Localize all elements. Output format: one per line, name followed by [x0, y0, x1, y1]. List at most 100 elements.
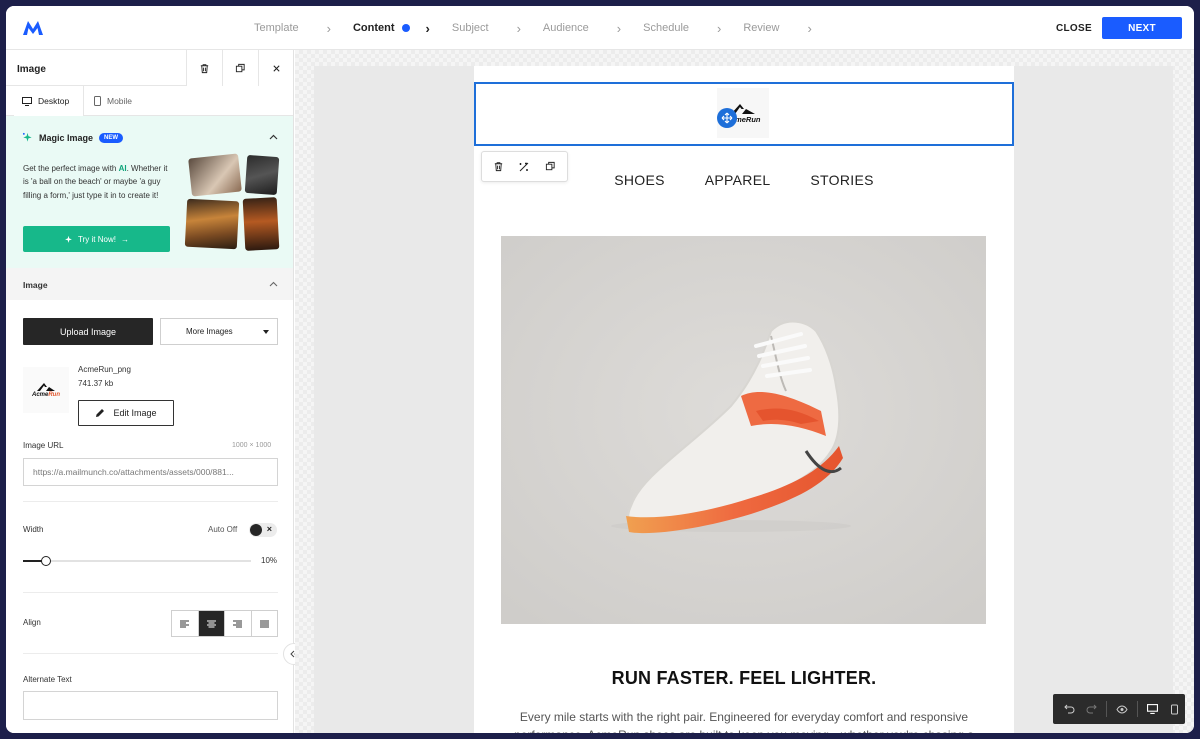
sparkle-icon [65, 235, 72, 243]
chevron-up-icon [269, 281, 278, 287]
arrow-right-icon: → [120, 234, 129, 244]
sample-image [188, 153, 242, 197]
image-url-label: Image URL [23, 441, 64, 450]
preview-button[interactable] [1112, 698, 1132, 720]
step-review[interactable]: Review › [743, 21, 833, 36]
step-schedule[interactable]: Schedule › [643, 21, 743, 36]
hero-image[interactable] [501, 236, 986, 624]
mobile-icon [1171, 704, 1179, 714]
auto-width-toggle[interactable]: × [249, 523, 277, 537]
image-section-header[interactable]: Image [6, 268, 293, 300]
device-tabs: Desktop Mobile [6, 86, 293, 116]
copy-icon [235, 63, 245, 72]
upload-image-button[interactable]: Upload Image [23, 318, 153, 345]
delete-block-button[interactable] [488, 156, 510, 178]
undo-button[interactable] [1059, 698, 1079, 720]
magic-desc-text: Get the perfect image with [23, 164, 119, 173]
align-center-button[interactable] [198, 611, 225, 636]
step-label: Subject [451, 22, 489, 34]
toggle-knob [250, 524, 262, 536]
step-audience[interactable]: Audience › [543, 21, 643, 36]
width-slider[interactable] [23, 556, 251, 566]
eye-icon [1116, 704, 1128, 714]
duplicate-block-button[interactable] [539, 156, 561, 178]
duplicate-block-button[interactable] [222, 50, 258, 86]
image-dimensions: 1000 × 1000 [232, 442, 272, 449]
step-content[interactable]: Content › [353, 21, 452, 36]
slider-handle[interactable] [40, 556, 51, 566]
delete-block-button[interactable] [186, 50, 222, 86]
try-it-now-button[interactable]: Try it Now! → [23, 226, 170, 252]
nav-item-shoes[interactable]: SHOES [614, 172, 665, 188]
step-template[interactable]: Template › [254, 21, 353, 36]
nav-item-stories[interactable]: STORIES [810, 172, 873, 188]
file-name: AcmeRun_png [78, 365, 131, 374]
new-badge: NEW [99, 132, 124, 143]
divider [23, 501, 278, 502]
email-headline[interactable]: RUN FASTER. FEEL LIGHTER. [474, 668, 1014, 689]
nav-item-apparel[interactable]: APPAREL [705, 172, 771, 188]
tab-mobile[interactable]: Mobile [86, 86, 140, 116]
tab-label: Mobile [107, 96, 133, 106]
magic-image-collage [184, 153, 280, 252]
brand-logo[interactable] [22, 19, 44, 37]
close-icon: × [266, 524, 272, 534]
close-icon [273, 64, 280, 72]
magic-image-header[interactable]: Magic Image NEW [22, 132, 124, 143]
align-left-button[interactable] [172, 611, 199, 636]
move-handle[interactable] [717, 108, 737, 128]
chevron-right-icon: › [616, 20, 622, 36]
align-right-icon [233, 620, 243, 627]
auto-width-label: Auto Off [208, 525, 238, 534]
magic-edit-button[interactable] [513, 156, 535, 178]
align-center-icon [206, 620, 216, 627]
more-images-dropdown[interactable]: More Images [160, 318, 278, 345]
magic-image-description: Get the perfect image with AI. Whether i… [23, 162, 173, 202]
chevron-right-icon: › [516, 20, 521, 36]
width-label: Width [23, 525, 44, 534]
step-label: Template [254, 22, 299, 34]
align-label: Align [23, 618, 41, 627]
chevron-up-icon[interactable] [269, 134, 278, 140]
toolbar-separator [1106, 701, 1107, 717]
image-url-input[interactable] [23, 458, 278, 486]
align-justify-button[interactable] [251, 611, 277, 636]
toolbar-separator [1137, 701, 1138, 717]
align-right-button[interactable] [225, 611, 252, 636]
panel-header: Image [6, 50, 293, 86]
more-images-label: More Images [186, 327, 233, 336]
panel-title: Image [17, 64, 46, 75]
step-subject[interactable]: Subject › [452, 21, 543, 36]
undo-icon [1063, 704, 1074, 714]
close-button[interactable]: CLOSE [1046, 17, 1102, 40]
tab-label: Desktop [38, 96, 70, 106]
pencil-icon [96, 409, 105, 417]
step-label: Review [743, 22, 780, 34]
magic-wand-icon [519, 162, 529, 171]
chevron-right-icon: › [326, 20, 331, 36]
tab-desktop[interactable]: Desktop [14, 86, 84, 116]
mobile-view-button[interactable] [1165, 698, 1185, 720]
edit-image-button[interactable]: Edit Image [78, 400, 174, 426]
width-value: 10% [261, 556, 278, 565]
redo-icon [1086, 704, 1097, 714]
align-justify-icon [259, 620, 269, 627]
redo-button[interactable] [1081, 698, 1101, 720]
app-window: Template › Content › Subject › Audience › Sc… [6, 6, 1194, 733]
step-label: Schedule [643, 22, 690, 34]
active-step-dot [401, 24, 410, 32]
alt-text-label: Alternate Text [23, 675, 72, 684]
sample-image [242, 197, 280, 251]
sample-image [184, 198, 240, 250]
desktop-icon [22, 96, 32, 106]
next-button[interactable]: NEXT [1102, 17, 1182, 39]
email-body-text[interactable]: Every mile starts with the right pair. E… [514, 708, 974, 733]
alt-text-input[interactable] [23, 691, 278, 720]
magic-image-section: Magic Image NEW Get the perfect image wi… [6, 116, 293, 268]
trash-icon [495, 162, 503, 172]
close-panel-button[interactable] [258, 50, 293, 86]
desktop-view-button[interactable] [1143, 698, 1163, 720]
desktop-icon [1147, 704, 1159, 714]
divider [23, 653, 278, 654]
file-size: 741.37 kb [78, 379, 114, 388]
